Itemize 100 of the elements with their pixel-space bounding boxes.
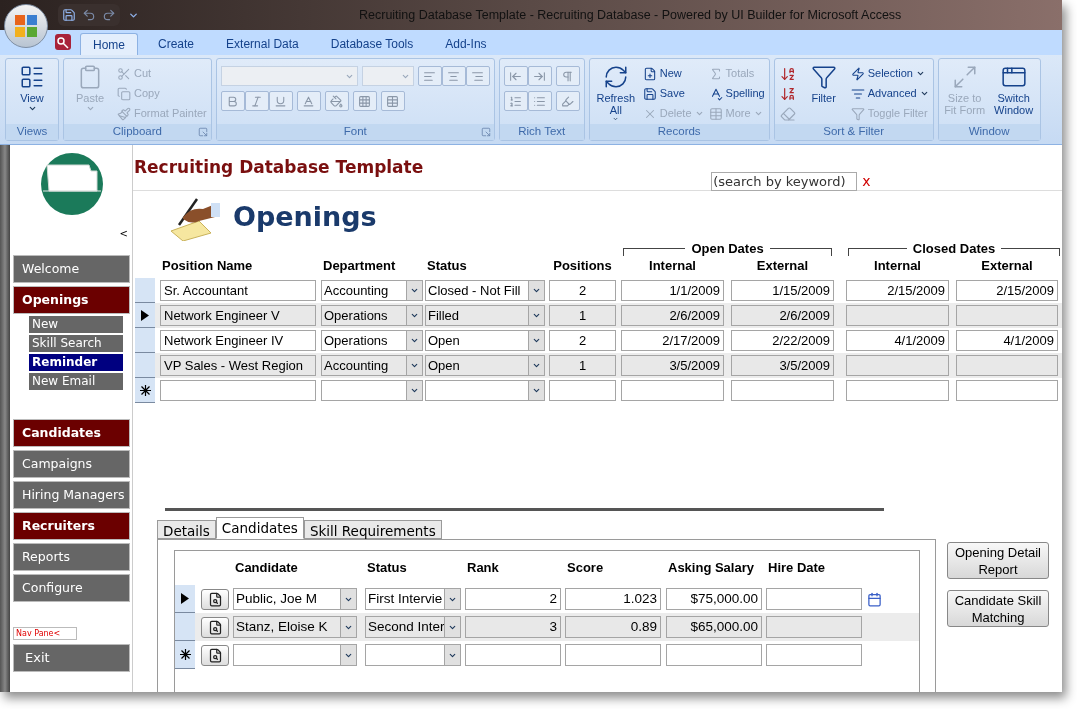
record-selector[interactable]	[175, 585, 195, 613]
ribbon-button[interactable]: Spelling	[707, 84, 766, 103]
nav-button[interactable]: Configure	[13, 574, 130, 602]
ribbon-button[interactable]: Save	[641, 84, 705, 103]
record-selector[interactable]	[135, 303, 155, 329]
subform-tab[interactable]: Skill Requirements	[303, 520, 442, 539]
text-field[interactable]	[956, 305, 1058, 327]
combo-field[interactable]: Open	[425, 355, 545, 377]
text-field[interactable]: $65,000.00	[666, 616, 762, 638]
text-field[interactable]	[666, 644, 762, 666]
ribbon-button[interactable]: New	[641, 64, 705, 83]
nav-button[interactable]: Hiring Managers	[13, 481, 130, 509]
nav-button[interactable]: Campaigns	[13, 450, 130, 478]
increase-indent-button[interactable]	[527, 66, 552, 86]
font-size-field[interactable]	[361, 66, 414, 86]
combo-field[interactable]: Second Inter	[365, 616, 461, 638]
text-field[interactable]: 2/6/2009	[731, 305, 834, 327]
text-field[interactable]: 2	[465, 588, 561, 610]
text-field[interactable]: 3	[465, 616, 561, 638]
view-record-button[interactable]	[201, 644, 229, 666]
ribbon-tab[interactable]: Database Tools	[318, 33, 426, 55]
combo-field[interactable]: Stanz, Eloise K	[233, 616, 357, 638]
text-field[interactable]: 2/6/2009	[621, 305, 724, 327]
align-center-button[interactable]	[441, 66, 466, 86]
action-button[interactable]: Candidate Skill Matching	[947, 590, 1049, 627]
nav-sub-button[interactable]: New Email	[29, 373, 123, 390]
text-field[interactable]: 4/1/2009	[846, 330, 949, 352]
combo-field[interactable]: Public, Joe M	[233, 588, 357, 610]
clear-search-button[interactable]: x	[862, 172, 871, 191]
text-field[interactable]	[565, 644, 661, 666]
combo-field[interactable]: Accounting	[321, 280, 423, 302]
text-field[interactable]	[766, 588, 862, 610]
nav-sub-button[interactable]: Reminder	[29, 354, 123, 371]
combo-field[interactable]: Open	[425, 330, 545, 352]
nav-button[interactable]: Candidates	[13, 419, 130, 447]
nav-sub-button[interactable]: Skill Search	[29, 335, 123, 352]
text-field[interactable]: Network Engineer IV	[160, 330, 316, 352]
text-field[interactable]	[766, 616, 862, 638]
font-name-field[interactable]	[220, 66, 358, 86]
combo-field[interactable]	[425, 380, 545, 402]
record-selector[interactable]	[175, 641, 195, 669]
ribbon-tab[interactable]: Add-Ins	[433, 33, 499, 55]
text-field[interactable]: VP Sales - West Region	[160, 355, 316, 377]
text-field[interactable]: 2/15/2009	[956, 280, 1058, 302]
text-field[interactable]	[846, 380, 949, 402]
nav-button[interactable]: Openings	[13, 286, 130, 314]
text-field[interactable]: 3/5/2009	[731, 355, 834, 377]
gridlines-button[interactable]	[352, 91, 377, 111]
ribbon-tab[interactable]: External Data	[214, 33, 311, 55]
combo-field[interactable]	[365, 644, 461, 666]
text-field[interactable]	[160, 380, 316, 402]
text-field[interactable]: 0.89	[565, 616, 661, 638]
dialog-launcher-icon[interactable]	[197, 127, 208, 137]
text-field[interactable]: 1	[549, 305, 616, 327]
underline-button[interactable]	[268, 91, 293, 111]
bullet-list-button[interactable]	[527, 91, 552, 111]
bold-button[interactable]	[220, 91, 245, 111]
exit-button[interactable]: Exit	[13, 644, 130, 672]
text-field[interactable]: $75,000.00	[666, 588, 762, 610]
action-button[interactable]: Opening Detail Report	[947, 542, 1049, 579]
combo-field[interactable]	[321, 380, 423, 402]
text-field[interactable]: 4/1/2009	[956, 330, 1058, 352]
text-field[interactable]: 3/5/2009	[621, 355, 724, 377]
italic-button[interactable]	[244, 91, 269, 111]
combo-field[interactable]	[233, 644, 357, 666]
text-field[interactable]	[731, 380, 834, 402]
text-field[interactable]	[766, 644, 862, 666]
align-left-button[interactable]	[417, 66, 442, 86]
search-field[interactable]: (search by keyword)	[711, 172, 858, 191]
ribbon-button[interactable]: Switch Window	[990, 62, 1037, 122]
paragraph-button[interactable]	[555, 66, 580, 86]
nav-sub-button[interactable]: New	[29, 316, 123, 333]
dialog-launcher-icon[interactable]	[480, 127, 491, 137]
ribbon-tab[interactable]: Home	[80, 33, 138, 55]
ribbon-button[interactable]: Selection	[849, 64, 930, 83]
combo-field[interactable]: First Intervie	[365, 588, 461, 610]
nav-button[interactable]: Reports	[13, 543, 130, 571]
text-field[interactable]: 1	[549, 355, 616, 377]
record-selector[interactable]	[135, 378, 155, 404]
text-field[interactable]	[956, 355, 1058, 377]
combo-field[interactable]: Filled	[425, 305, 545, 327]
view-record-button[interactable]	[201, 616, 229, 638]
numbered-list-button[interactable]	[503, 91, 528, 111]
combo-field[interactable]: Closed - Not Fill	[425, 280, 545, 302]
decrease-indent-button[interactable]	[503, 66, 528, 86]
combo-field[interactable]: Operations	[321, 305, 423, 327]
nav-button[interactable]: Recruiters	[13, 512, 130, 540]
text-field[interactable]	[846, 305, 949, 327]
combo-field[interactable]: Operations	[321, 330, 423, 352]
text-field[interactable]	[846, 355, 949, 377]
highlight-button[interactable]	[555, 91, 580, 111]
text-field[interactable]	[621, 380, 724, 402]
redo-icon[interactable]	[102, 8, 116, 22]
text-field[interactable]	[465, 644, 561, 666]
nav-button[interactable]: Welcome	[13, 255, 130, 283]
save-icon[interactable]	[62, 8, 76, 22]
text-field[interactable]: 2	[549, 280, 616, 302]
text-field[interactable]: 2/22/2009	[731, 330, 834, 352]
ribbon-button[interactable]: Filter	[800, 62, 847, 122]
office-button[interactable]	[4, 4, 48, 48]
